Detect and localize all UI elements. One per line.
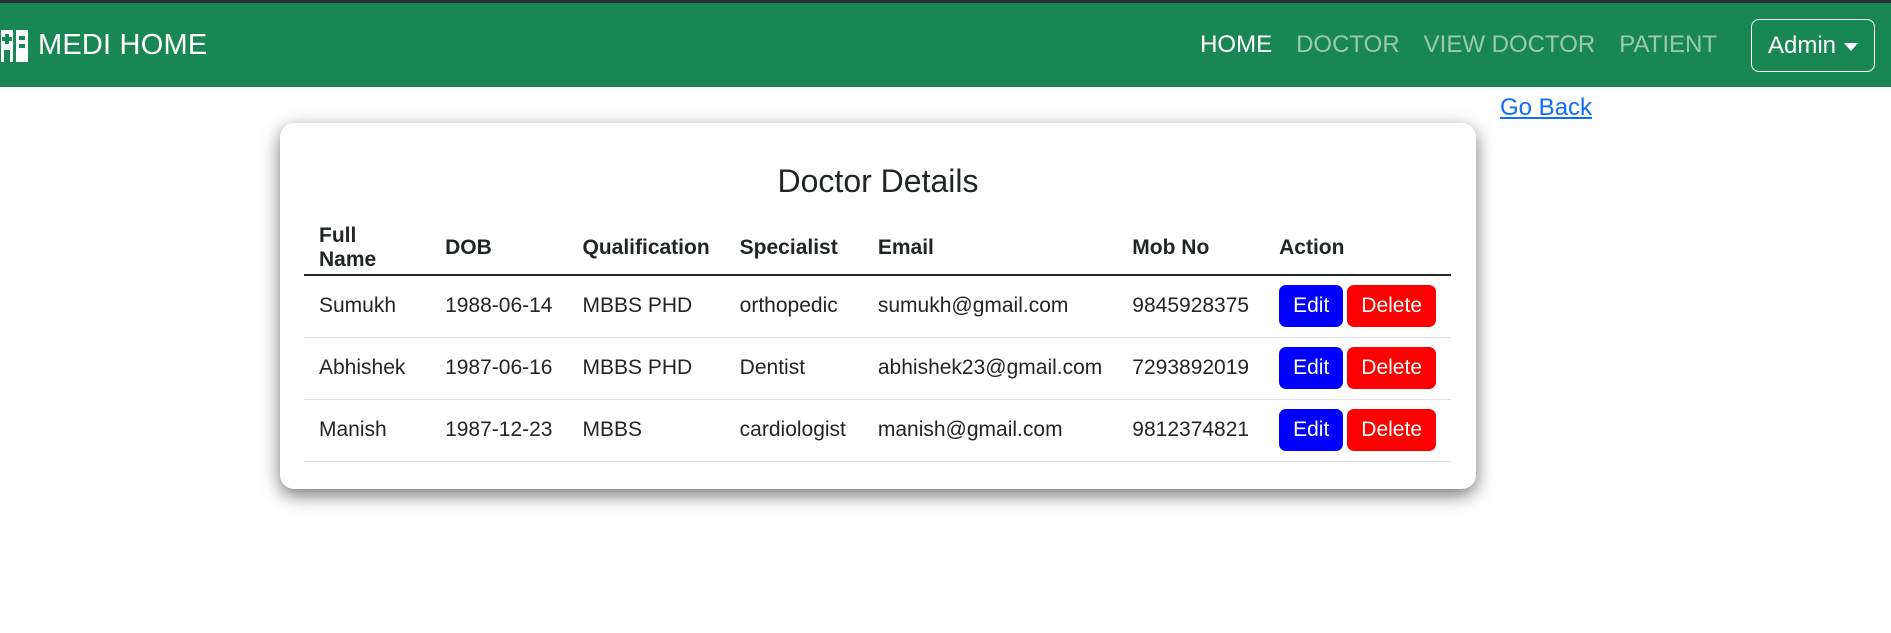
- page-title: Doctor Details: [777, 163, 979, 199]
- brand[interactable]: MEDI HOME: [0, 3, 207, 87]
- cell-specialist: Dentist: [724, 337, 863, 400]
- cell-name: Abhishek: [304, 337, 431, 400]
- table-row: Sumukh 1988-06-14 MBBS PHD orthopedic su…: [304, 275, 1451, 338]
- brand-name: MEDI HOME: [38, 28, 208, 61]
- delete-button[interactable]: Delete: [1347, 347, 1436, 389]
- cell-mobile: 9812374821: [1117, 399, 1265, 462]
- doctor-details-card: Doctor Details Full Name DOB Qualificati…: [280, 123, 1476, 489]
- admin-dropdown-button[interactable]: Admin: [1750, 19, 1875, 72]
- cell-qualification: MBBS PHD: [567, 337, 725, 400]
- cell-email: abhishek23@gmail.com: [862, 337, 1118, 400]
- col-full-name: Full Name: [304, 221, 431, 276]
- table-row: Abhishek 1987-06-16 MBBS PHD Dentist abh…: [304, 337, 1451, 400]
- col-qualification: Qualification: [567, 221, 725, 276]
- nav-patient[interactable]: PATIENT: [1619, 31, 1717, 59]
- go-back-link[interactable]: Go Back: [1500, 94, 1592, 122]
- nav-links: HOME DOCTOR VIEW DOCTOR PATIENT: [1200, 3, 1717, 87]
- caret-down-icon: [1844, 43, 1858, 51]
- nav-view-doctor[interactable]: VIEW DOCTOR: [1424, 31, 1596, 59]
- cell-dob: 1987-12-23: [430, 399, 568, 462]
- cell-specialist: orthopedic: [724, 275, 863, 338]
- edit-button[interactable]: Edit: [1279, 409, 1344, 451]
- col-email: Email: [862, 221, 1118, 276]
- edit-button[interactable]: Edit: [1279, 285, 1344, 328]
- col-specialist: Specialist: [724, 221, 863, 276]
- cell-mobile: 9845928375: [1117, 275, 1265, 338]
- col-mob-no: Mob No: [1117, 221, 1265, 276]
- navbar: MEDI HOME HOME DOCTOR VIEW DOCTOR PATIEN…: [0, 3, 1891, 87]
- admin-label: Admin: [1767, 31, 1836, 59]
- nav-doctor[interactable]: DOCTOR: [1296, 31, 1400, 59]
- cell-qualification: MBBS PHD: [567, 275, 725, 338]
- delete-button[interactable]: Delete: [1347, 285, 1436, 328]
- cell-actions: Edit Delete: [1264, 337, 1451, 400]
- cell-actions: Edit Delete: [1264, 275, 1451, 338]
- table-row: Manish 1987-12-23 MBBS cardiologist mani…: [304, 399, 1451, 462]
- col-dob: DOB: [430, 221, 568, 276]
- delete-button[interactable]: Delete: [1347, 409, 1436, 451]
- cell-name: Sumukh: [304, 275, 431, 338]
- cell-dob: 1987-06-16: [430, 337, 568, 400]
- cell-email: manish@gmail.com: [862, 399, 1118, 462]
- cell-name: Manish: [304, 399, 431, 462]
- cell-actions: Edit Delete: [1264, 399, 1451, 462]
- col-action: Action: [1264, 221, 1451, 276]
- cell-email: sumukh@gmail.com: [862, 275, 1118, 338]
- cell-qualification: MBBS: [567, 399, 725, 462]
- edit-button[interactable]: Edit: [1279, 347, 1344, 389]
- nav-home[interactable]: HOME: [1200, 31, 1272, 59]
- doctor-table: Full Name DOB Qualification Specialist E…: [304, 221, 1451, 462]
- cell-specialist: cardiologist: [724, 399, 863, 462]
- hospital-icon: [1, 30, 28, 62]
- cell-dob: 1988-06-14: [430, 275, 568, 338]
- table-header-row: Full Name DOB Qualification Specialist E…: [304, 221, 1451, 276]
- cell-mobile: 7293892019: [1117, 337, 1265, 400]
